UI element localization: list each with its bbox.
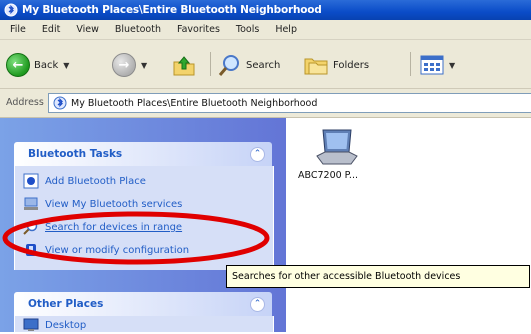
chevron-down-icon[interactable]: ▼ xyxy=(141,61,147,70)
back-button[interactable]: ← Back ▼ xyxy=(6,52,69,78)
collapse-icon[interactable]: ⌃ xyxy=(250,147,265,162)
menu-file[interactable]: File xyxy=(10,24,26,35)
window-title: My Bluetooth Places\Entire Bluetooth Nei… xyxy=(22,4,322,16)
task-label: Search for devices in range xyxy=(45,221,183,233)
bluetooth-places-icon xyxy=(53,96,67,110)
laptop-device-icon[interactable] xyxy=(315,128,359,168)
task-label: View or modify configuration xyxy=(45,244,190,256)
toolbar-separator xyxy=(410,52,411,76)
address-input[interactable]: My Bluetooth Places\Entire Bluetooth Nei… xyxy=(48,93,531,113)
task-search-devices[interactable]: Search for devices in range xyxy=(23,218,182,236)
desktop-icon xyxy=(23,318,39,331)
folders-button[interactable]: Folders xyxy=(303,52,369,78)
toolbar-separator xyxy=(210,52,211,76)
other-places-title: Other Places xyxy=(28,298,104,310)
bluetooth-tasks-panel: Add Bluetooth Place View My Bluetooth se… xyxy=(14,166,274,270)
folders-icon xyxy=(304,58,328,75)
toolbar: ← Back ▼ → ▼ Search Folders ▼ xyxy=(0,40,531,89)
add-place-icon xyxy=(23,173,39,189)
tooltip: Searches for other accessible Bluetooth … xyxy=(226,265,530,288)
address-label: Address xyxy=(6,97,44,108)
address-value: My Bluetooth Places\Entire Bluetooth Nei… xyxy=(71,97,318,109)
back-label: Back xyxy=(34,59,59,71)
chevron-down-icon[interactable]: ▼ xyxy=(63,61,69,70)
task-view-bluetooth-services[interactable]: View My Bluetooth services xyxy=(23,195,182,213)
bluetooth-tasks-header[interactable]: Bluetooth Tasks ⌃ xyxy=(14,142,272,166)
back-arrow-icon: ← xyxy=(6,53,30,77)
views-button[interactable]: ▼ xyxy=(420,52,455,78)
folders-label: Folders xyxy=(333,59,370,71)
config-icon xyxy=(26,244,36,256)
up-folder-button[interactable] xyxy=(172,52,196,78)
collapse-icon[interactable]: ⌃ xyxy=(250,297,265,312)
device-label[interactable]: ABC7200 P... xyxy=(298,170,358,181)
views-icon xyxy=(420,55,444,75)
title-bar: My Bluetooth Places\Entire Bluetooth Nei… xyxy=(0,0,531,20)
task-view-configuration[interactable]: View or modify configuration xyxy=(23,241,189,259)
other-places-header[interactable]: Other Places ⌃ xyxy=(14,292,272,316)
task-label: Desktop xyxy=(45,319,87,331)
menu-bar: File Edit View Bluetooth Favorites Tools… xyxy=(0,20,531,40)
task-add-bluetooth-place[interactable]: Add Bluetooth Place xyxy=(23,172,146,190)
menu-bluetooth[interactable]: Bluetooth xyxy=(115,24,161,35)
task-label: Add Bluetooth Place xyxy=(45,175,146,187)
chevron-down-icon[interactable]: ▼ xyxy=(449,61,455,70)
services-icon xyxy=(24,197,38,210)
bluetooth-places-icon xyxy=(4,3,18,17)
menu-tools[interactable]: Tools xyxy=(236,24,259,35)
menu-view[interactable]: View xyxy=(76,24,99,35)
menu-help[interactable]: Help xyxy=(275,24,297,35)
menu-favorites[interactable]: Favorites xyxy=(177,24,220,35)
other-places-panel: Desktop xyxy=(14,316,274,332)
place-desktop[interactable]: Desktop xyxy=(23,316,86,334)
address-bar: Address My Bluetooth Places\Entire Bluet… xyxy=(0,89,531,118)
search-button[interactable]: Search xyxy=(218,52,280,78)
forward-button[interactable]: → ▼ xyxy=(112,52,147,78)
menu-edit[interactable]: Edit xyxy=(42,24,60,35)
up-folder-icon xyxy=(173,56,195,76)
forward-arrow-icon: → xyxy=(112,53,136,77)
search-icon xyxy=(23,220,38,235)
task-label: View My Bluetooth services xyxy=(45,198,183,210)
search-icon xyxy=(218,55,239,76)
task-pane: Bluetooth Tasks ⌃ Add Bluetooth Place Vi… xyxy=(0,118,286,332)
bluetooth-tasks-title: Bluetooth Tasks xyxy=(28,148,123,160)
search-label: Search xyxy=(246,59,281,71)
tooltip-text: Searches for other accessible Bluetooth … xyxy=(232,271,461,282)
